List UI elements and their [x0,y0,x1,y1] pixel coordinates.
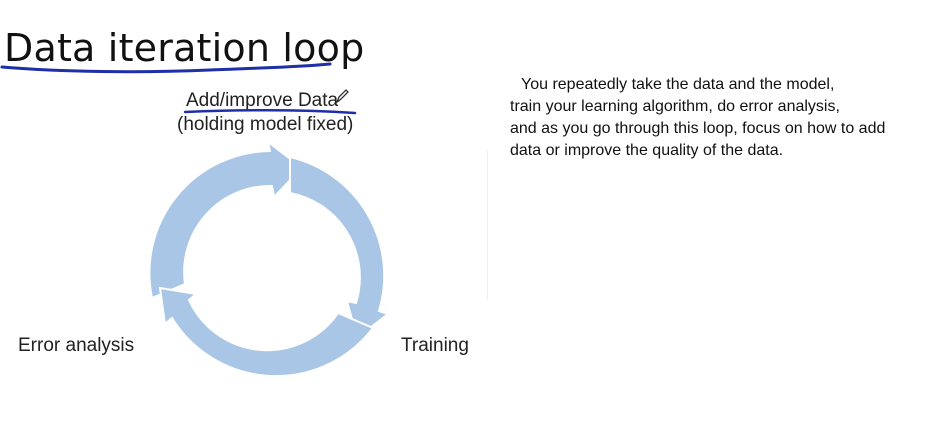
cycle-arrow-to-left [158,286,375,378]
holding-model-fixed-label: (holding model fixed) [177,114,354,135]
description-text: You repeatedly take the data and the mod… [510,74,930,162]
cycle-arrow-to-right [289,155,391,340]
pen-icon [335,89,349,104]
faint-divider [487,150,488,300]
training-label: Training [401,335,469,356]
error-analysis-label: Error analysis [18,335,135,356]
description-line: data or improve the quality of the data. [510,142,784,159]
description-line: train your learning algorithm, do error … [510,98,840,115]
cycle-arrow-to-top [148,139,304,300]
iteration-cycle-diagram [148,139,391,378]
description-line: You repeatedly take the data and the mod… [521,76,835,93]
description-line: and as you go through this loop, focus o… [510,120,886,137]
